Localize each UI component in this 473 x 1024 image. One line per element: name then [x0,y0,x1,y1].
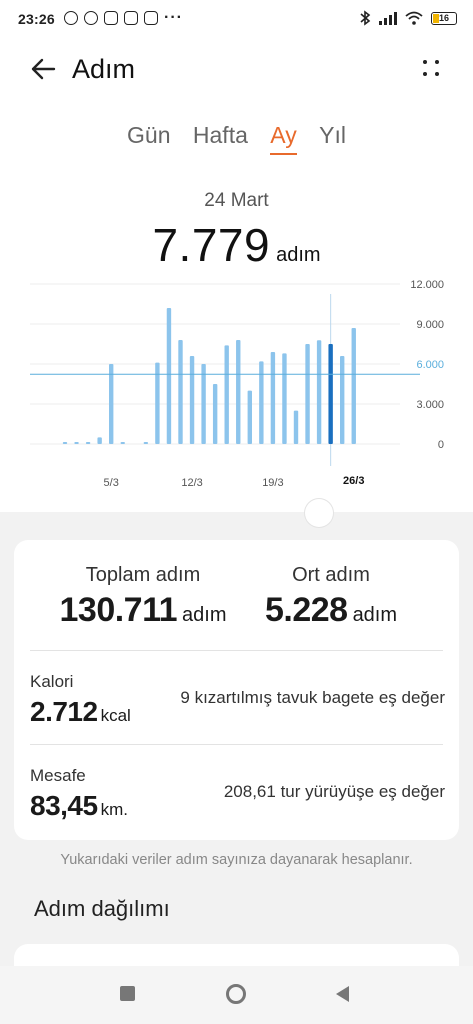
calorie-unit: kcal [100,706,131,725]
distance-row: Mesafe 83,45 km. 208,61 tur yürüyüşe eş d… [30,752,445,832]
tab-year[interactable]: Yıl [319,122,346,153]
selected-steps: 7.779 adım [0,218,473,272]
period-tabs: Gün Hafta Ay Yıl [0,122,473,155]
app-header: Adım [0,48,473,92]
y-tick-label: 6.000 [416,359,444,371]
chart-bar [305,344,310,444]
distance-number: 83,45 [30,790,98,821]
chart-bar [166,308,172,444]
chart-bar [178,340,183,444]
chart-bar [247,390,252,444]
selected-steps-value: 7.779 [152,219,271,271]
chart-bar [282,353,287,444]
chart-bar [189,356,195,444]
chart-bar [340,356,345,444]
chart-bar [270,352,276,444]
total-steps-stat: Toplam adım 130.711 adım [58,564,228,630]
home-button[interactable] [226,984,246,1004]
chart-bar [109,364,114,444]
chart-bar [328,344,333,444]
instagram-icon [124,11,138,25]
system-nav-bar [0,966,473,1024]
recents-button[interactable] [120,986,135,1001]
calorie-value: 2.712 kcal [30,696,131,728]
chart-bar [224,345,229,444]
chart-bar [97,437,102,444]
chart-bar [120,442,125,444]
tab-month[interactable]: Ay [270,122,297,155]
more-notifications-icon: ··· [164,9,183,26]
distance-unit: km. [100,800,128,819]
chart-scroll-handle[interactable] [305,499,333,527]
health-app-icon [104,11,118,25]
chart-bar [212,384,218,444]
divider [30,744,443,745]
avg-steps-label: Ort adım [292,564,370,586]
total-steps-label: Toplam adım [85,564,201,586]
signal-icon [379,11,397,25]
page-title: Adım [72,54,136,84]
arrow-left-icon[interactable] [28,54,58,84]
avg-steps-unit: adım [352,604,398,626]
notification-icons: ··· [64,9,183,27]
total-steps-unit: adım [182,604,227,626]
data-note: Yukarıdaki veriler adım sayınıza dayanar… [60,852,413,868]
x-tick-label: 5/3 [104,477,119,489]
divider [30,650,443,651]
y-tick-label: 3.000 [416,399,444,411]
avg-steps-stat: Ort adım 5.228 adım [256,564,406,630]
chart-bar [155,362,160,444]
instagram-icon [144,11,158,25]
steps-bar-chart[interactable]: 12.000 9.000 6.000 3.000 0 5/3 12/3 19/3 26/3 [0,270,473,500]
calorie-number: 2.712 [30,696,98,727]
avg-steps-number: 5.228 [264,591,348,629]
x-tick-label: 12/3 [181,477,202,489]
selected-date: 24 Mart [204,190,269,211]
calorie-label: Kalori [30,672,74,691]
back-button[interactable] [336,986,349,1002]
chart-bar [85,442,91,444]
selected-steps-unit: adım [276,244,321,266]
battery-level: 16 [438,12,449,23]
tab-week[interactable]: Hafta [193,122,248,153]
bluetooth-icon [360,10,371,26]
x-tick-label: 19/3 [262,477,283,489]
wifi-icon [405,11,423,25]
calorie-equivalent: 9 kızartılmış tavuk bagete eş değer [180,688,445,707]
distance-label: Mesafe [30,766,86,785]
section-title: Adım dağılımı [34,896,170,921]
tab-day[interactable]: Gün [127,122,170,153]
distance-value: 83,45 km. [30,790,128,822]
total-steps-value: 130.711 adım [58,591,228,630]
chart-bar [259,361,264,444]
system-icons: 16 [359,10,457,26]
chart-bar [74,442,79,444]
calorie-row: Kalori 2.712 kcal 9 kızartılmış tavuk bag… [30,658,445,738]
status-time: 23:26 [18,11,55,27]
chart-bar [143,442,149,444]
y-tick-label: 9.000 [416,319,444,331]
chart-bar [236,340,241,444]
avg-steps-value: 5.228 adım [256,591,406,630]
y-tick-label: 12.000 [410,279,444,291]
chart-bar [351,328,356,444]
mute-icon [64,11,78,25]
alarm-icon [84,11,98,25]
status-bar: 23:26 ··· 16 [0,0,473,40]
four-dot-menu-icon[interactable] [421,58,443,80]
chart-bar [293,410,299,444]
chart-bar [62,442,68,444]
summary-card: Toplam adım 130.711 adım Ort adım 5.228 ad… [14,540,459,840]
total-steps-number: 130.711 [59,591,178,629]
distance-equivalent: 208,61 tur yürüyüşe eş değer [223,782,445,801]
chart-bar [201,364,206,444]
y-tick-label: 0 [438,439,444,451]
x-tick-label: 26/3 [343,475,364,487]
battery-icon: 16 [431,11,457,25]
chart-bar [316,340,322,444]
